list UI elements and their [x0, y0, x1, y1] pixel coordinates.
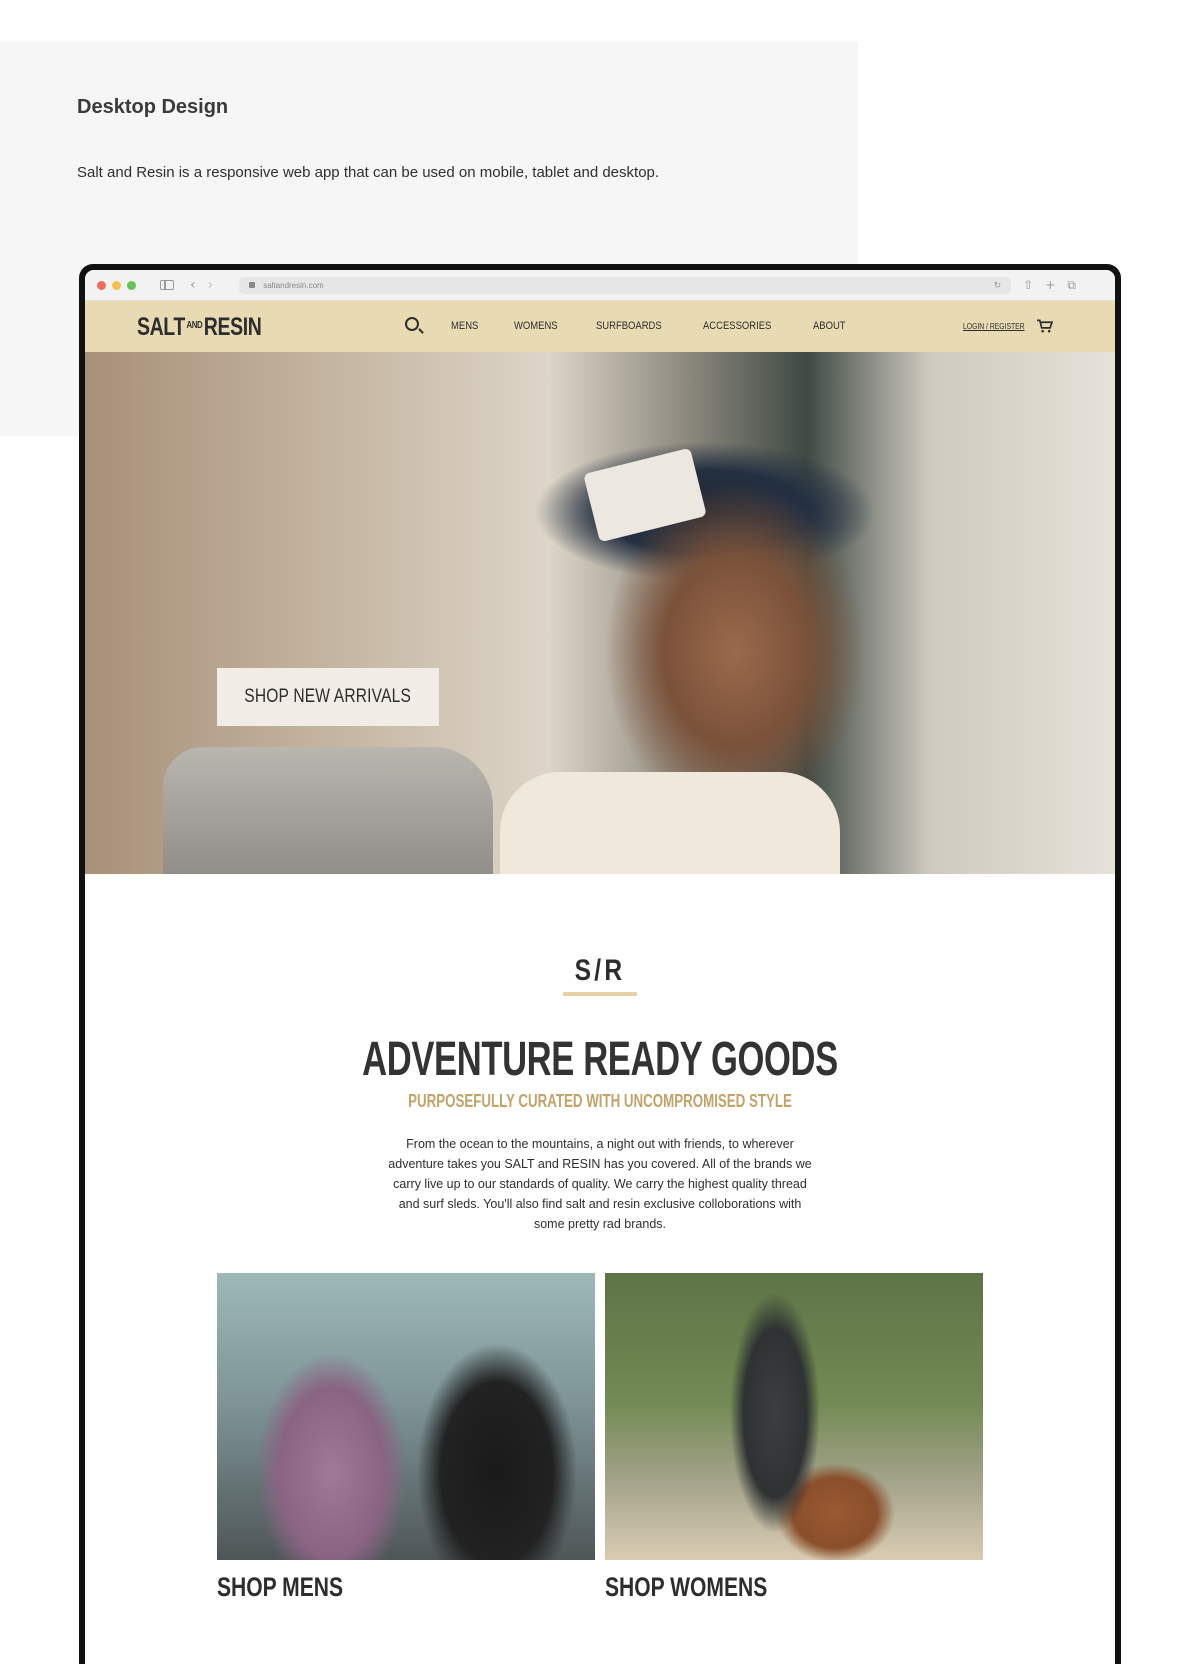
site-logo[interactable]: SALT ANDRESIN	[137, 313, 262, 342]
case-study-title: Desktop Design	[77, 96, 229, 118]
logo-salt: SALT	[137, 313, 185, 341]
logo-and: AND	[186, 320, 203, 331]
laptop-frame: ‹ › saltandresin.com ↻ ⇧ + ⧉ SALT ANDRESI…	[79, 264, 1121, 1664]
monogram-underline	[563, 992, 637, 996]
address-url: saltandresin.com	[263, 280, 324, 290]
browser-toolbar: ‹ › saltandresin.com ↻ ⇧ + ⧉	[85, 270, 1115, 301]
zoom-window-button[interactable]	[127, 280, 136, 290]
nav-item-about[interactable]: ABOUT	[813, 320, 846, 332]
category-tile-womens[interactable]: SHOP WOMENS	[605, 1273, 983, 1603]
browser-screen: ‹ › saltandresin.com ↻ ⇧ + ⧉ SALT ANDRESI…	[85, 270, 1115, 1664]
site-header: SALT ANDRESIN MENS WOMENS SURFBOARDS ACCE…	[85, 301, 1115, 352]
reload-icon[interactable]: ↻	[994, 280, 1002, 291]
hero-photo-shirt	[500, 772, 840, 874]
hero-banner: SHOP NEW ARRIVALS	[85, 352, 1115, 874]
address-bar[interactable]: saltandresin.com ↻	[239, 276, 1012, 294]
minimize-window-button[interactable]	[112, 280, 121, 290]
nav-item-womens[interactable]: WOMENS	[514, 320, 558, 332]
back-arrow-icon[interactable]: ‹	[190, 277, 196, 293]
nav-item-surfboards[interactable]: SURFBOARDS	[596, 320, 662, 332]
shop-new-arrivals-button[interactable]: SHOP NEW ARRIVALS	[217, 668, 439, 726]
category-tiles: SHOP MENS SHOP WOMENS	[217, 1273, 983, 1603]
nav-item-mens[interactable]: MENS	[451, 320, 478, 332]
womens-photo[interactable]	[605, 1273, 983, 1560]
lock-icon	[249, 282, 256, 288]
intro-body: From the ocean to the mountains, a night…	[388, 1137, 812, 1231]
main-nav: MENS WOMENS SURFBOARDS ACCESSORIES ABOUT	[451, 320, 882, 332]
forward-arrow-icon[interactable]: ›	[208, 277, 214, 293]
shop-womens-link[interactable]: SHOP WOMENS	[605, 1572, 767, 1603]
category-tile-mens[interactable]: SHOP MENS	[217, 1273, 595, 1603]
cart-icon[interactable]	[1036, 319, 1053, 333]
case-study-description: Salt and Resin is a responsive web app t…	[77, 164, 660, 181]
intro-subhead: PURPOSEFULLY CURATED WITH UNCOMPROMISED …	[408, 1091, 792, 1111]
tab-overview-icon[interactable]: ⧉	[1067, 278, 1076, 293]
close-window-button[interactable]	[97, 280, 106, 290]
hero-photo-cap-patch	[583, 447, 707, 543]
intro-headline: ADVENTURE READY GOODS	[362, 1033, 838, 1086]
new-tab-icon[interactable]: +	[1045, 278, 1055, 292]
logo-resin: RESIN	[203, 313, 262, 341]
shop-new-arrivals-label: SHOP NEW ARRIVALS	[244, 686, 412, 707]
mens-photo[interactable]	[217, 1273, 595, 1560]
nav-item-accessories[interactable]: ACCESSORIES	[703, 320, 771, 332]
intro-section: S/R ADVENTURE READY GOODS PURPOSEFULLY C…	[85, 874, 1115, 1234]
monogram: S/R	[574, 954, 626, 987]
hero-photo-mirror	[163, 747, 493, 874]
sidebar-toggle-icon[interactable]	[160, 280, 174, 290]
login-register-link[interactable]: LOGIN / REGISTER	[963, 322, 1025, 331]
share-icon[interactable]: ⇧	[1023, 278, 1033, 292]
search-icon[interactable]	[405, 317, 419, 331]
shop-mens-link[interactable]: SHOP MENS	[217, 1572, 343, 1603]
